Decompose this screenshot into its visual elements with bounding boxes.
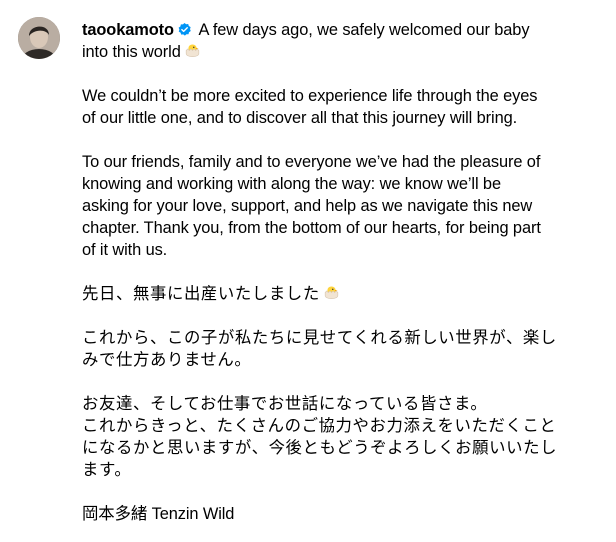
instagram-post-caption: taookamoto A few days ago, we safely wel… [0, 0, 616, 542]
caption-line: of our little one, and to discover all t… [82, 109, 518, 127]
caption-line: chapter. Thank you, from the bottom of o… [82, 219, 541, 237]
caption-text: taookamoto A few days ago, we safely wel… [82, 19, 592, 525]
caption-line: To our friends, family and to everyone w… [82, 153, 541, 171]
profile-photo-icon [18, 17, 60, 59]
caption-line: お友達、そしてお仕事でお世話になっている皆さま。 [82, 395, 488, 413]
caption-line: これから、この子が私たちに見せてくれる新しい世界が、楽し [82, 329, 557, 347]
avatar[interactable] [18, 17, 60, 59]
caption-text-segment: into this world [82, 43, 181, 61]
caption-line: knowing and working with along the way: … [82, 175, 501, 193]
caption-line: みで仕方ありません。 [82, 351, 252, 369]
caption-line: これからきっと、たくさんのご協力やお力添えをいただくこと [82, 417, 557, 435]
hatching-chick-icon [324, 286, 339, 299]
caption-line: We couldn’t be more excited to experienc… [82, 87, 538, 105]
caption-first-line: A few days ago, we safely welcomed our b… [194, 21, 530, 39]
caption-paragraph-excited: We couldn’t be more excited to experienc… [82, 85, 592, 129]
caption-line: 先日、無事に出産いたしました [82, 283, 592, 305]
caption-paragraph-jp-thanks: お友達、そしてお仕事でお世話になっている皆さま。 これからきっと、たくさんのご協… [82, 393, 592, 481]
caption-paragraph-jp-announcement: 先日、無事に出産いたしました [82, 283, 592, 305]
caption-line: of it with us. [82, 241, 168, 259]
verified-badge-icon [178, 22, 191, 36]
caption-signature: 岡本多緒 Tenzin Wild [82, 503, 592, 525]
caption-paragraph-thanks: To our friends, family and to everyone w… [82, 151, 592, 261]
username-link[interactable]: taookamoto [82, 21, 174, 39]
caption-text-segment: 先日、無事に出産いたしました [82, 285, 320, 303]
caption-line: taookamoto A few days ago, we safely wel… [82, 19, 592, 41]
caption-line: ます。 [82, 461, 132, 479]
caption-paragraph-jp-excited: これから、この子が私たちに見せてくれる新しい世界が、楽し みで仕方ありません。 [82, 327, 592, 371]
caption-line: into this world [82, 41, 592, 63]
caption-paragraph-intro: taookamoto A few days ago, we safely wel… [82, 19, 592, 63]
caption-line: になるかと思いますが、今後ともどうぞよろしくお願いいたし [82, 439, 558, 457]
hatching-chick-icon [185, 44, 199, 57]
signature-text: 岡本多緒 Tenzin Wild [82, 505, 235, 523]
caption-line: asking for your love, support, and help … [82, 197, 533, 215]
